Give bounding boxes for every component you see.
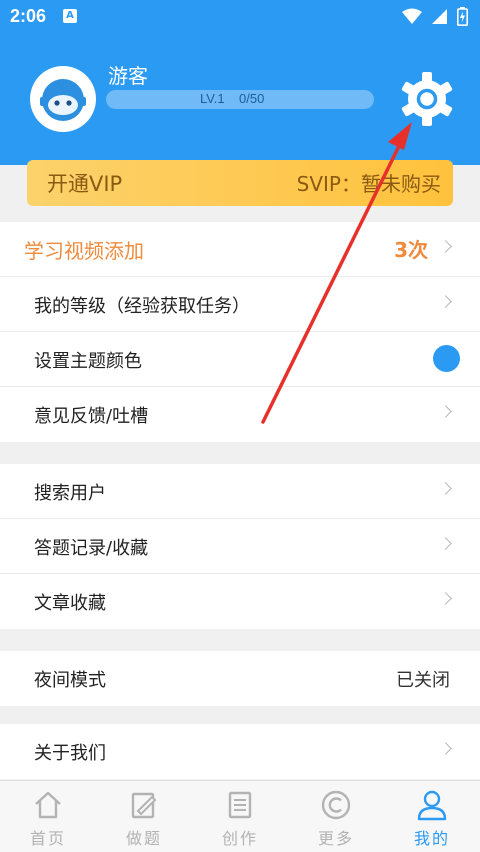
tab-more-label: 更多 [317,829,354,848]
level-progress-bar: LV.1 0/50 [106,90,374,109]
article-favorites-row[interactable]: 文章收藏 [0,574,480,629]
settings-button[interactable] [398,70,456,128]
chevron-right-icon [439,537,452,550]
settings-section-2: 搜索用户 答题记录/收藏 文章收藏 [0,464,480,629]
svip-status-label: SVIP：暂未购买 [296,172,441,196]
vip-card[interactable]: 开通VIP SVIP：暂未购买 [27,160,453,206]
answer-records-label: 答题记录/收藏 [34,538,149,559]
tab-more[interactable]: 更多 [288,781,384,852]
search-users-row[interactable]: 搜索用户 [0,464,480,519]
about-us-row[interactable]: 关于我们 [0,724,480,779]
chevron-right-icon [439,240,452,253]
feedback-row[interactable]: 意见反馈/吐槽 [0,387,480,442]
document-icon [228,791,252,819]
theme-color-row[interactable]: 设置主题颜色 [0,332,480,387]
robot-avatar-icon [40,79,86,121]
bottom-tab-bar: 首页 做题 创作 更多 我的 [0,780,480,852]
my-level-label: 我的等级（经验获取任务） [34,296,250,317]
tab-mine[interactable]: 我的 [384,781,480,852]
chevron-right-icon [439,295,452,308]
search-users-label: 搜索用户 [34,483,106,504]
tab-practice-label: 做题 [125,829,162,848]
level-text: LV.1 0/50 [200,91,265,106]
wifi-icon [402,8,422,24]
settings-section-3: 夜间模式 已关闭 [0,651,480,706]
chevron-right-icon [439,592,452,605]
user-icon [417,790,447,821]
edit-icon [131,792,157,819]
vip-open-label: 开通VIP [47,172,123,196]
gear-icon [401,72,453,126]
status-bar: 2:06 A [0,0,480,34]
settings-section-4: 关于我们 [0,724,480,779]
settings-section-1: 学习视频添加 3次 我的等级（经验获取任务） 设置主题颜色 意见反馈/吐槽 [0,222,480,442]
signal-icon [432,9,447,24]
avatar[interactable] [30,66,96,132]
study-video-add-row[interactable]: 学习视频添加 3次 [0,222,480,277]
tab-create-label: 创作 [221,829,258,848]
profile-header: 2:06 A 游客 LV.1 0/50 [0,0,480,165]
chevron-right-icon [439,742,452,755]
tab-create[interactable]: 创作 [192,781,288,852]
night-mode-row[interactable]: 夜间模式 已关闭 [0,651,480,706]
tab-home-label: 首页 [29,829,66,848]
theme-color-label: 设置主题颜色 [34,351,142,372]
tab-mine-label: 我的 [413,829,450,848]
night-mode-label: 夜间模式 [34,670,106,691]
chevron-right-icon [439,482,452,495]
copyright-icon [321,790,351,820]
tab-home[interactable]: 首页 [0,781,96,852]
answer-records-row[interactable]: 答题记录/收藏 [0,519,480,574]
battery-icon [457,7,468,26]
my-level-row[interactable]: 我的等级（经验获取任务） [0,277,480,332]
night-mode-status: 已关闭 [396,670,450,691]
chevron-right-icon [439,405,452,418]
notification-icon: A [63,9,77,23]
study-video-count: 3次 [394,238,428,262]
article-favorites-label: 文章收藏 [34,593,106,614]
feedback-label: 意见反馈/吐槽 [34,406,149,427]
username: 游客 [108,64,148,88]
theme-color-swatch[interactable] [433,345,460,372]
about-us-label: 关于我们 [34,743,106,764]
study-video-add-label: 学习视频添加 [24,239,144,263]
tab-practice[interactable]: 做题 [96,781,192,852]
status-time: 2:06 [10,6,47,26]
home-icon [35,791,61,819]
